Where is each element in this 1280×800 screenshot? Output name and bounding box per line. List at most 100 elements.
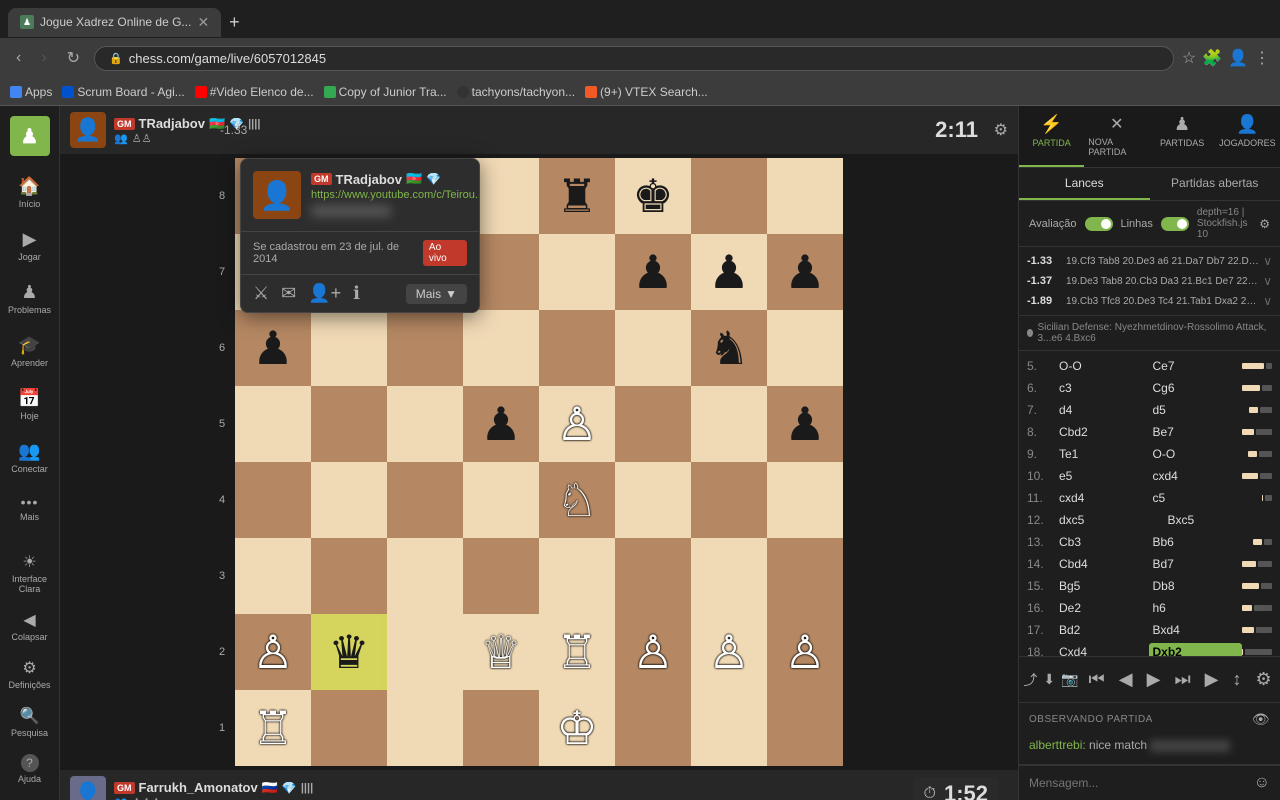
move-9-black[interactable]: O-O bbox=[1149, 445, 1243, 463]
cell-c1[interactable] bbox=[387, 690, 463, 766]
refresh-button[interactable]: ↻ bbox=[61, 46, 86, 70]
bookmark-apps[interactable]: Apps bbox=[10, 85, 52, 99]
cell-g1[interactable] bbox=[691, 690, 767, 766]
cell-h7[interactable]: ♟ bbox=[767, 234, 843, 310]
cell-g7[interactable]: ♟ bbox=[691, 234, 767, 310]
cell-b6[interactable] bbox=[311, 310, 387, 386]
move-7-black[interactable]: d5 bbox=[1149, 401, 1243, 419]
move-10-black[interactable]: cxd4 bbox=[1149, 467, 1243, 485]
eval-line-2[interactable]: -1.37 19.De3 Tab8 20.Cb3 Da3 21.Bc1 De7 … bbox=[1019, 271, 1280, 291]
address-bar[interactable]: 🔒 chess.com/game/live/6057012845 bbox=[94, 46, 1174, 71]
camera-button[interactable]: 📷 bbox=[1061, 671, 1078, 688]
cell-f5[interactable] bbox=[615, 386, 691, 462]
cell-e5[interactable]: ♙ bbox=[539, 386, 615, 462]
popup-message-icon[interactable]: ✉ bbox=[281, 283, 296, 304]
move-12-white[interactable]: dxc5 bbox=[1055, 511, 1164, 529]
player-top-name[interactable]: TRadjabov bbox=[139, 116, 205, 131]
cell-d5[interactable]: ♟ bbox=[463, 386, 539, 462]
move-6-black[interactable]: Cg6 bbox=[1149, 379, 1243, 397]
cell-d2[interactable]: ♕ bbox=[463, 614, 539, 690]
cell-b3[interactable] bbox=[311, 538, 387, 614]
move-11-black[interactable]: c5 bbox=[1149, 489, 1243, 507]
forward-button[interactable]: › bbox=[35, 47, 52, 69]
move-10-white[interactable]: e5 bbox=[1055, 467, 1149, 485]
move-16-black[interactable]: h6 bbox=[1149, 599, 1243, 617]
sidebar-item-aprender[interactable]: 🎓 Aprender bbox=[4, 327, 56, 376]
game-settings-button[interactable]: ⚙ bbox=[994, 120, 1008, 140]
cell-a1[interactable]: ♖ bbox=[235, 690, 311, 766]
move-16-white[interactable]: De2 bbox=[1055, 599, 1149, 617]
move-14-black[interactable]: Bd7 bbox=[1149, 555, 1243, 573]
active-tab[interactable]: ♟ Jogue Xadrez Online de G... ✕ bbox=[8, 8, 221, 37]
cell-h4[interactable] bbox=[767, 462, 843, 538]
tab-nova-partida[interactable]: ✕ NOVA PARTIDA bbox=[1084, 106, 1149, 167]
cell-h1[interactable] bbox=[767, 690, 843, 766]
bookmark-scrum[interactable]: Scrum Board - Agi... bbox=[62, 85, 184, 99]
eval-expand-1[interactable]: ∨ bbox=[1263, 254, 1272, 268]
prev-move-button[interactable]: ◀ bbox=[1115, 665, 1137, 694]
cell-g2[interactable]: ♙ bbox=[691, 614, 767, 690]
cell-g6[interactable]: ♞ bbox=[691, 310, 767, 386]
lines-toggle[interactable] bbox=[1161, 217, 1189, 231]
cell-f2[interactable]: ♙ bbox=[615, 614, 691, 690]
eval-expand-3[interactable]: ∨ bbox=[1263, 294, 1272, 308]
cell-a4[interactable] bbox=[235, 462, 311, 538]
cell-f3[interactable] bbox=[615, 538, 691, 614]
cell-a5[interactable] bbox=[235, 386, 311, 462]
new-tab-button[interactable]: + bbox=[221, 8, 248, 37]
play-button[interactable]: ▶ bbox=[1201, 665, 1223, 694]
move-9-white[interactable]: Te1 bbox=[1055, 445, 1149, 463]
move-14-white[interactable]: Cbd4 bbox=[1055, 555, 1149, 573]
tab-lances[interactable]: Lances bbox=[1019, 168, 1150, 200]
cell-h5[interactable]: ♟ bbox=[767, 386, 843, 462]
player-bottom-name[interactable]: Farrukh_Amonatov bbox=[139, 780, 258, 795]
sidebar-item-hoje[interactable]: 📅 Hoje bbox=[4, 380, 56, 429]
sidebar-item-colapsar[interactable]: ◀ Colapsar bbox=[4, 604, 56, 648]
cell-b4[interactable] bbox=[311, 462, 387, 538]
popup-more-button[interactable]: Mais ▼ bbox=[406, 284, 467, 304]
sidebar-item-inicio[interactable]: 🏠 Início bbox=[4, 168, 56, 217]
share-button[interactable]: ⤴ bbox=[1023, 670, 1037, 690]
popup-friend-icon[interactable]: 👤+ bbox=[308, 283, 341, 304]
eval-expand-2[interactable]: ∨ bbox=[1263, 274, 1272, 288]
sidebar-item-problemas[interactable]: ♟ Problemas bbox=[4, 274, 56, 323]
chess-logo[interactable]: ♟ bbox=[10, 116, 50, 156]
cell-f7[interactable]: ♟ bbox=[615, 234, 691, 310]
cell-d1[interactable] bbox=[463, 690, 539, 766]
cell-e3[interactable] bbox=[539, 538, 615, 614]
bookmark-junior[interactable]: Copy of Junior Tra... bbox=[324, 85, 447, 99]
panel-settings-button[interactable]: ⚙ bbox=[1251, 665, 1275, 694]
cell-f4[interactable] bbox=[615, 462, 691, 538]
sidebar-item-jogar[interactable]: ▶ Jogar bbox=[4, 221, 56, 270]
profile-button[interactable]: 👤 bbox=[1228, 48, 1248, 68]
player-bottom-avatar[interactable]: 👤 bbox=[70, 776, 106, 800]
popup-avatar[interactable]: 👤 bbox=[253, 171, 301, 219]
move-17-white[interactable]: Bd2 bbox=[1055, 621, 1149, 639]
tab-partida[interactable]: ⚡ PARTIDA bbox=[1019, 106, 1084, 167]
move-17-black[interactable]: Bxd4 bbox=[1149, 621, 1243, 639]
popup-info-icon[interactable]: ℹ bbox=[353, 283, 360, 304]
cell-h6[interactable] bbox=[767, 310, 843, 386]
cell-e1[interactable]: ♔ bbox=[539, 690, 615, 766]
cell-g8[interactable] bbox=[691, 158, 767, 234]
emoji-button[interactable]: ☺ bbox=[1254, 774, 1270, 792]
move-11-white[interactable]: cxd4 bbox=[1055, 489, 1149, 507]
cell-h8[interactable] bbox=[767, 158, 843, 234]
move-13-black[interactable]: Bb6 bbox=[1149, 533, 1243, 551]
bookmark-video[interactable]: #Video Elenco de... bbox=[195, 85, 314, 99]
sidebar-item-ajuda[interactable]: ? Ajuda bbox=[4, 748, 56, 790]
move-13-white[interactable]: Cb3 bbox=[1055, 533, 1149, 551]
extensions-button[interactable]: 🧩 bbox=[1202, 48, 1222, 68]
cell-b5[interactable] bbox=[311, 386, 387, 462]
cell-c6[interactable] bbox=[387, 310, 463, 386]
download-button[interactable]: ⬇ bbox=[1043, 671, 1055, 688]
popup-crossed-swords-icon[interactable]: ⚔ bbox=[253, 283, 269, 304]
sidebar-item-mais[interactable]: ••• Mais bbox=[4, 486, 56, 530]
move-18-black[interactable]: Dxb2 bbox=[1149, 643, 1243, 656]
tab-partidas[interactable]: ♟ PARTIDAS bbox=[1150, 106, 1215, 167]
cell-c4[interactable] bbox=[387, 462, 463, 538]
sidebar-item-pesquisa[interactable]: 🔍 Pesquisa bbox=[4, 700, 56, 744]
cell-e2[interactable]: ♖ bbox=[539, 614, 615, 690]
move-15-black[interactable]: Db8 bbox=[1149, 577, 1243, 595]
eval-line-3[interactable]: -1.89 19.Cb3 Tfc8 20.De3 Tc4 21.Tab1 Dxa… bbox=[1019, 291, 1280, 311]
